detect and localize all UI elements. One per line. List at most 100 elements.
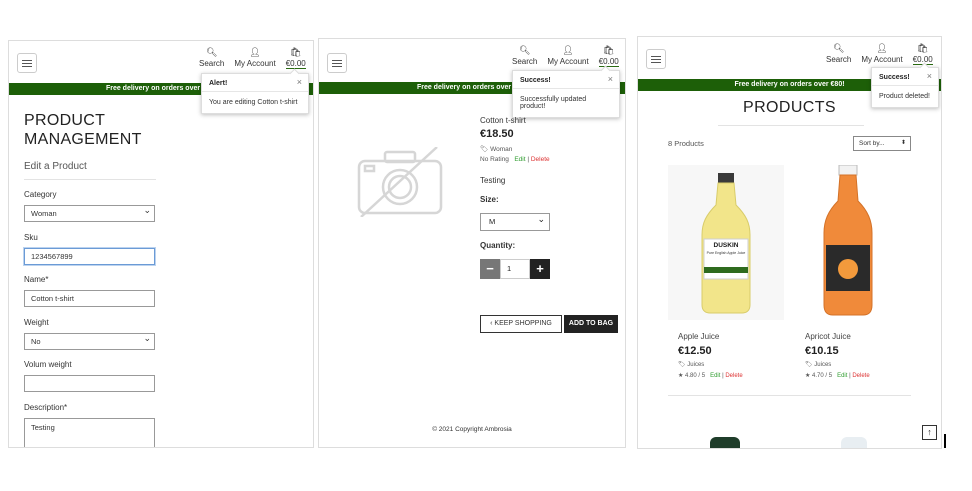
footer-copyright: © 2021 Copyright Ambrosia (432, 426, 512, 433)
shopping-bag-icon: 🛍︎ (290, 47, 302, 57)
nav-account[interactable]: 👤︎ My Account (861, 43, 902, 65)
quantity-decrement-button[interactable]: − (480, 259, 500, 279)
product-name[interactable]: Apple Juice (678, 332, 719, 341)
product-price: €18.50 (480, 128, 514, 140)
rating-text: No Rating (480, 156, 509, 163)
product-category[interactable]: 🏷︎ Woman (480, 145, 512, 153)
product-card[interactable]: DUSKIN Pure English Apple Juice Apple Ju… (668, 165, 784, 379)
volume-weight-input[interactable] (24, 375, 155, 392)
separator: | (527, 156, 530, 163)
toast-message: You are editing Cotton t-shirt (209, 99, 298, 106)
apricot-juice-bottle-image (823, 164, 873, 316)
alert-toast: Alert! × You are editing Cotton t-shirt (201, 73, 309, 114)
top-nav: 🔍︎ Search 👤︎ My Account 🛍︎ €0.00 (512, 45, 619, 67)
back-to-top-button[interactable]: ↑ (922, 425, 937, 440)
menu-icon[interactable] (327, 53, 347, 73)
name-input[interactable]: Cotton t-shirt (24, 290, 155, 307)
product-rating-row: ★ 4.70 / 5 Edit | Delete (805, 373, 870, 379)
text-cursor (944, 434, 946, 448)
close-icon[interactable]: × (608, 74, 613, 84)
category-label: Category (24, 190, 57, 199)
product-price: €12.50 (678, 345, 712, 357)
sku-label: Sku (24, 233, 38, 242)
nav-account[interactable]: 👤︎ My Account (547, 45, 588, 67)
product-rating-row: No Rating Edit | Delete (480, 156, 550, 163)
quantity-increment-button[interactable]: + (530, 259, 550, 279)
menu-icon[interactable] (646, 49, 666, 69)
product-count: 8 Products (668, 139, 704, 148)
product-name: Cotton t-shirt (480, 116, 526, 125)
close-icon[interactable]: × (297, 77, 302, 87)
name-label: Name* (24, 275, 49, 284)
category-select[interactable]: Woman (24, 203, 155, 222)
nav-search[interactable]: 🔍︎ Search (199, 47, 224, 69)
nav-bag[interactable]: 🛍︎ €0.00 (912, 43, 933, 65)
toast-title: Success! (520, 77, 551, 84)
nav-bag[interactable]: 🛍︎ €0.00 (285, 47, 306, 69)
page-title: PRODUCT MANAGEMENT (24, 112, 142, 148)
volume-weight-label: Volum weight (24, 360, 72, 369)
search-icon: 🔍︎ (832, 43, 845, 53)
edit-link[interactable]: Edit (837, 373, 847, 379)
product-image-partial (710, 437, 740, 448)
star-icon: ★ (678, 373, 686, 379)
quantity-input[interactable]: 1 (500, 259, 530, 279)
edit-link[interactable]: Edit (514, 156, 525, 163)
toast-title: Alert! (209, 80, 228, 87)
top-nav: 🔍︎ Search 👤︎ My Account 🛍︎ €0.00 (199, 47, 306, 69)
product-rating-row: ★ 4.80 / 5 Edit | Delete (678, 373, 743, 379)
star-icon: ★ (805, 373, 813, 379)
edit-link[interactable]: Edit (710, 373, 720, 379)
nav-search[interactable]: 🔍︎ Search (512, 45, 537, 67)
search-icon: 🔍︎ (518, 45, 531, 55)
product-category[interactable]: 🏷︎ Juices (805, 361, 831, 368)
shopping-bag-icon: 🛍︎ (917, 43, 929, 53)
sort-select[interactable]: Sort by... (853, 136, 911, 151)
close-icon[interactable]: × (927, 71, 932, 81)
bottle-label-brand: DUSKIN (713, 242, 739, 249)
description-textarea[interactable]: Testing (24, 418, 155, 447)
search-icon: 🔍︎ (205, 47, 218, 57)
product-image[interactable]: DUSKIN Pure English Apple Juice (668, 165, 784, 320)
product-detail-screen: 🔍︎ Search 👤︎ My Account 🛍︎ €0.00 Free deliv… (318, 38, 626, 448)
size-label: Size: (480, 195, 499, 204)
weight-select[interactable]: No (24, 331, 155, 350)
page-title: PRODUCTS (743, 99, 836, 116)
keep-shopping-button[interactable]: ‹ KEEP SHOPPING (480, 315, 562, 333)
nav-account[interactable]: 👤︎ My Account (234, 47, 275, 69)
size-select[interactable]: M (480, 211, 550, 231)
description-label: Description* (24, 403, 68, 412)
product-name[interactable]: Apricot Juice (805, 332, 851, 341)
no-image-camera-icon (357, 147, 443, 217)
bottle-label-sub: Pure English Apple Juice (706, 251, 746, 255)
product-image[interactable] (795, 164, 911, 320)
menu-icon[interactable] (17, 53, 37, 73)
product-image-partial (841, 437, 867, 448)
toast-message: Successfully updated product! (520, 96, 587, 110)
weight-label: Weight (24, 318, 49, 327)
delete-link[interactable]: Delete (852, 373, 869, 379)
products-screen: 🔍︎ Search 👤︎ My Account 🛍︎ €0.00 Free deliv… (637, 36, 942, 449)
delete-link[interactable]: Delete (531, 156, 550, 163)
product-card[interactable]: Apricot Juice €10.15 🏷︎ Juices ★ 4.70 / … (795, 164, 911, 379)
tag-icon: 🏷︎ (480, 146, 491, 153)
product-description: Testing (480, 176, 506, 185)
tag-icon: 🏷︎ (805, 362, 815, 368)
nav-bag[interactable]: 🛍︎ €0.00 (598, 45, 619, 67)
product-category[interactable]: 🏷︎ Juices (678, 361, 704, 368)
product-price: €10.15 (805, 345, 839, 357)
divider (668, 395, 911, 396)
edit-product-screen: 🔍︎ Search 👤︎ My Account 🛍︎ €0.00 Free deliv… (8, 40, 314, 448)
success-toast: Success! × Successfully updated product! (512, 70, 620, 118)
sku-input[interactable]: 1234567899 (24, 248, 155, 265)
nav-search[interactable]: 🔍︎ Search (826, 43, 851, 65)
page-subtitle: Edit a Product (24, 161, 87, 172)
shopping-bag-icon: 🛍︎ (603, 45, 615, 55)
add-to-bag-button[interactable]: ADD TO BAG (564, 315, 618, 333)
toast-title: Success! (879, 74, 910, 81)
tag-icon: 🏷︎ (678, 362, 688, 368)
user-icon: 👤︎ (562, 45, 574, 55)
delete-link[interactable]: Delete (725, 373, 742, 379)
user-icon: 👤︎ (249, 47, 261, 57)
top-nav: 🔍︎ Search 👤︎ My Account 🛍︎ €0.00 (826, 43, 933, 65)
